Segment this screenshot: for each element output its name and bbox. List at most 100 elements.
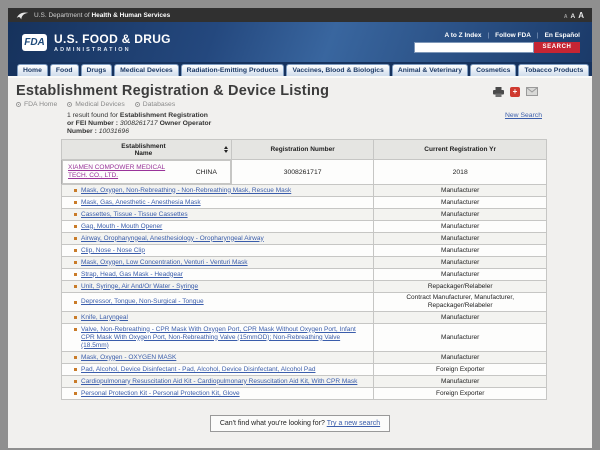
- product-row: Clip, Nose - Nose Clip Manufacturer: [62, 245, 547, 257]
- breadcrumb-item[interactable]: Medical Devices: [67, 101, 124, 108]
- product-activity: Manufacturer: [374, 324, 547, 352]
- search-input[interactable]: [414, 42, 534, 53]
- header-quick-links: A to Z Index Follow FDA En Español: [444, 32, 580, 39]
- nav-tab[interactable]: Medical Devices: [114, 64, 179, 77]
- new-search-link[interactable]: New Search: [505, 112, 542, 119]
- bullet-icon: [74, 285, 77, 288]
- font-size-button[interactable]: A: [564, 14, 568, 20]
- bullet-icon: [74, 316, 77, 319]
- bullet-icon: [74, 213, 77, 216]
- search-button[interactable]: SEARCH: [534, 42, 580, 53]
- bullet-icon: [74, 261, 77, 264]
- product-row: Cassettes, Tissue - Tissue Cassettes Man…: [62, 209, 547, 221]
- fda-brand[interactable]: FDA U.S. FOOD & DRUG ADMINISTRATION: [22, 32, 171, 53]
- nav-tab[interactable]: Animal & Veterinary: [392, 64, 468, 77]
- font-size-controls: A A A: [564, 11, 584, 20]
- product-activity: Manufacturer: [374, 352, 547, 364]
- nav-tab[interactable]: Radiation-Emitting Products: [181, 64, 285, 77]
- product-link[interactable]: Strap, Head, Gas Mask - Headgear: [81, 271, 183, 279]
- breadcrumb-bullet-icon: [67, 102, 72, 107]
- bullet-icon: [74, 189, 77, 192]
- product-link[interactable]: Mask, Oxygen, Non-Rebreathing - Non-Rebr…: [81, 187, 291, 195]
- registration-number-header: Registration Number: [231, 140, 374, 160]
- product-activity: Foreign Exporter: [374, 388, 547, 400]
- hhs-department-label[interactable]: U.S. Department of Health & Human Servic…: [34, 12, 170, 19]
- product-link[interactable]: Clip, Nose - Nose Clip: [81, 247, 145, 255]
- bullet-icon: [74, 225, 77, 228]
- breadcrumb-bullet-icon: [16, 102, 21, 107]
- header-quick-link[interactable]: En Español: [531, 32, 580, 39]
- product-activity: Repackager/Relabeler: [374, 281, 547, 293]
- product-row: Mask, Oxygen, Non-Rebreathing - Non-Rebr…: [62, 185, 547, 197]
- try-new-search-link[interactable]: Try a new search: [327, 420, 380, 427]
- fda-logo[interactable]: FDA: [22, 34, 47, 51]
- hhs-top-bar: U.S. Department of Health & Human Servic…: [8, 8, 592, 22]
- product-link[interactable]: Mask, Oxygen, Low Concentration, Venturi…: [81, 259, 248, 267]
- product-link[interactable]: Valve, Non-Rebreathing - CPR Mask With O…: [81, 326, 369, 350]
- product-row: Depressor, Tongue, Non-Surgical - Tongue…: [62, 293, 547, 312]
- device-listing-table: Establishment Name Registration Number C…: [61, 139, 547, 400]
- nav-tab[interactable]: Home: [17, 64, 48, 77]
- bullet-icon: [74, 273, 77, 276]
- product-activity: Manufacturer: [374, 245, 547, 257]
- product-link[interactable]: Gag, Mouth - Mouth Opener: [81, 223, 162, 231]
- bullet-icon: [74, 368, 77, 371]
- content: Establishment Registration & Device List…: [8, 78, 592, 448]
- nav-tabs: Home Food Drugs Medical Devices Radiatio…: [17, 64, 591, 77]
- nav-tab[interactable]: Cosmetics: [470, 64, 516, 77]
- bullet-icon: [74, 356, 77, 359]
- product-link[interactable]: Cassettes, Tissue - Tissue Cassettes: [81, 211, 188, 219]
- product-link[interactable]: Mask, Oxygen - OXYGEN MASK: [81, 354, 176, 362]
- nav-tab[interactable]: Tobacco Products: [518, 64, 589, 77]
- table-header-row: Establishment Name Registration Number C…: [62, 140, 547, 160]
- product-link[interactable]: Pad, Alcohol, Device Disinfectant - Pad,…: [81, 366, 316, 374]
- product-activity: Manufacturer: [374, 185, 547, 197]
- header-quick-link[interactable]: A to Z Index: [444, 32, 481, 39]
- breadcrumb-item[interactable]: FDA Home: [16, 101, 57, 108]
- product-activity: Manufacturer: [374, 312, 547, 324]
- product-activity: Foreign Exporter: [374, 364, 547, 376]
- product-row: Personal Protection Kit - Personal Prote…: [62, 388, 547, 400]
- sort-icon[interactable]: [224, 146, 228, 153]
- product-link[interactable]: Knife, Laryngeal: [81, 314, 128, 322]
- main-nav: Home Food Drugs Medical Devices Radiatio…: [8, 62, 592, 78]
- email-icon[interactable]: [526, 87, 538, 96]
- product-link[interactable]: Airway, Oropharyngeal, Anesthesiology - …: [81, 235, 264, 243]
- product-link[interactable]: Depressor, Tongue, Non-Surgical - Tongue: [81, 298, 204, 306]
- bullet-icon: [74, 328, 77, 331]
- product-row: Mask, Oxygen, Low Concentration, Venturi…: [62, 257, 547, 269]
- hhs-eagle-icon: [16, 11, 29, 20]
- brand-line2: ADMINISTRATION: [54, 47, 171, 53]
- product-row: Mask, Gas, Anesthetic - Anesthesia Mask …: [62, 197, 547, 209]
- results-summary: 1 result found for Establishment Registr…: [67, 112, 211, 136]
- nav-tab[interactable]: Drugs: [81, 64, 113, 77]
- registration-year-header: Current Registration Yr: [374, 140, 547, 160]
- product-link[interactable]: Mask, Gas, Anesthetic - Anesthesia Mask: [81, 199, 201, 207]
- cant-find-text: Can't find what you're looking for?: [220, 420, 325, 427]
- nav-tab[interactable]: Food: [50, 64, 79, 77]
- product-link[interactable]: Unit, Syringe, Air And/Or Water - Syring…: [81, 283, 198, 291]
- share-icon[interactable]: +: [510, 87, 520, 97]
- brand-line1: U.S. FOOD & DRUG: [54, 32, 171, 46]
- product-link[interactable]: Personal Protection Kit - Personal Prote…: [81, 390, 240, 398]
- font-size-button[interactable]: A: [578, 11, 584, 20]
- print-icon[interactable]: [493, 87, 504, 97]
- header-quick-link[interactable]: Follow FDA: [481, 32, 530, 39]
- product-link[interactable]: Cardiopulmonary Resuscitation Aid Kit - …: [81, 378, 357, 386]
- establishment-name-link[interactable]: XIAMEN COMPOWER MEDICAL TECH. CO., LTD.: [68, 164, 174, 180]
- breadcrumb-item[interactable]: Databases: [135, 101, 176, 108]
- page-title: Establishment Registration & Device List…: [16, 83, 329, 99]
- product-row: Airway, Oropharyngeal, Anesthesiology - …: [62, 233, 547, 245]
- establishment-name-header: Establishment Name: [65, 143, 222, 157]
- product-row: Gag, Mouth - Mouth Opener Manufacturer: [62, 221, 547, 233]
- hhs-dept-prefix: U.S. Department of: [34, 12, 90, 19]
- device-listing-body: XIAMEN COMPOWER MEDICAL TECH. CO., LTD. …: [62, 160, 547, 400]
- establishment-country: CHINA: [196, 169, 217, 176]
- product-row: Pad, Alcohol, Device Disinfectant - Pad,…: [62, 364, 547, 376]
- nav-tab[interactable]: Vaccines, Blood & Biologics: [286, 64, 389, 77]
- bullet-icon: [74, 380, 77, 383]
- font-size-button[interactable]: A: [571, 13, 576, 20]
- fda-page: U.S. Department of Health & Human Servic…: [8, 8, 592, 448]
- bullet-icon: [74, 301, 77, 304]
- browser-frame: U.S. Department of Health & Human Servic…: [0, 0, 600, 450]
